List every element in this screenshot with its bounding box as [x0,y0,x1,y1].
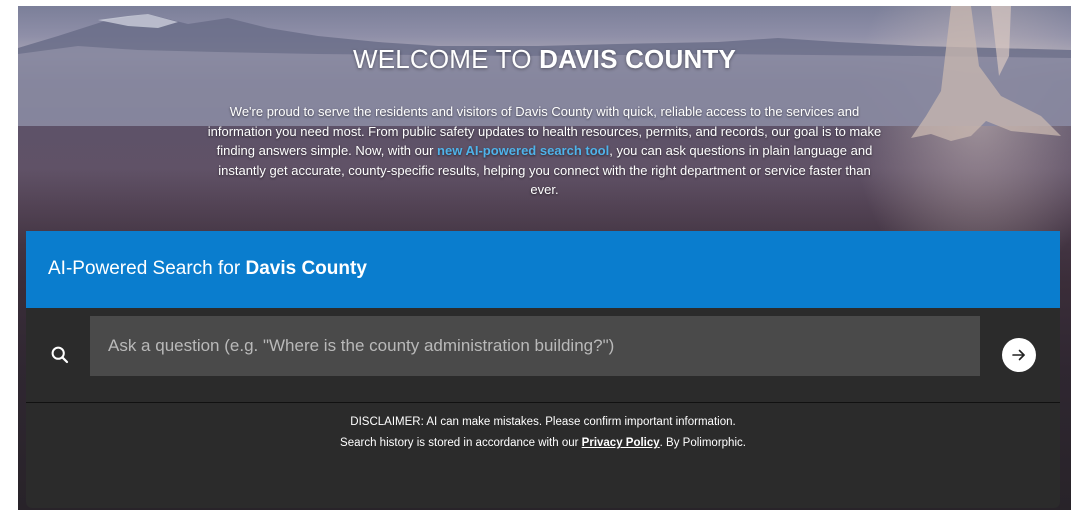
page-title: WELCOME TO DAVIS COUNTY [18,44,1071,75]
search-panel-title: AI-Powered Search for Davis County [48,258,367,280]
submit-search-button[interactable] [1002,338,1036,372]
search-title-prefix: AI-Powered Search for [48,258,246,279]
search-input[interactable] [90,316,980,376]
search-panel-header: AI-Powered Search for Davis County [26,231,1060,308]
disclaimer-line-2: Search history is stored in accordance w… [26,433,1060,454]
disclaimer-text-end: . By Polimorphic. [659,437,746,449]
title-prefix: WELCOME TO [352,44,540,74]
search-icon [51,346,69,364]
intro-paragraph: We're proud to serve the residents and v… [203,102,886,200]
tree-stump-decoration [911,6,1061,141]
title-county-name: DAVIS COUNTY [539,44,737,74]
search-title-county: Davis County [245,258,367,279]
search-row [26,308,1060,403]
ai-search-panel: AI-Powered Search for Davis County DISCL… [26,231,1060,508]
disclaimer-text-start: Search history is stored in accordance w… [340,437,582,449]
disclaimer-line-1: DISCLAIMER: AI can make mistakes. Please… [350,416,736,428]
privacy-policy-link[interactable]: Privacy Policy [582,437,660,449]
arrow-right-icon [1012,349,1025,361]
disclaimer: DISCLAIMER: AI can make mistakes. Please… [26,412,1060,454]
ai-search-link[interactable]: new AI-powered search tool [437,143,609,158]
